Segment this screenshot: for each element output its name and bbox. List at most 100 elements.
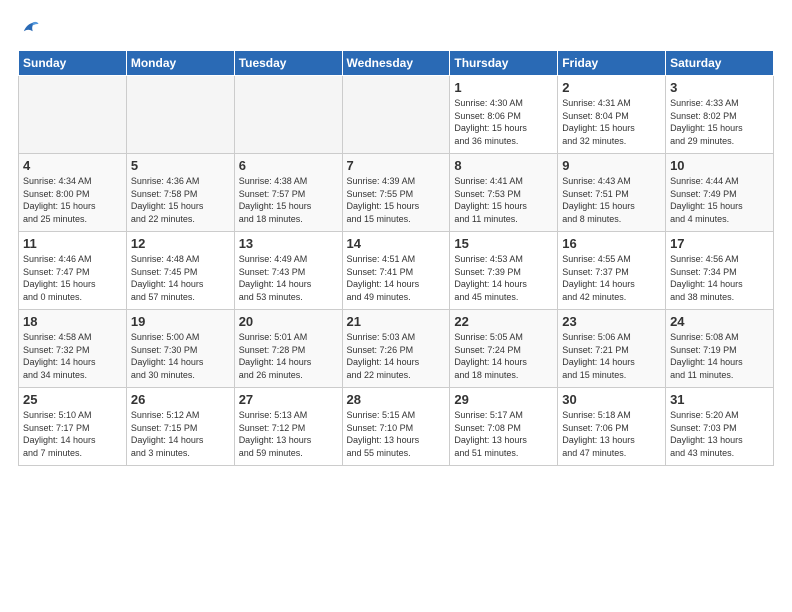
day-info: Sunrise: 5:15 AM Sunset: 7:10 PM Dayligh… [347, 409, 446, 459]
day-number: 26 [131, 392, 230, 407]
calendar-body: 1 Sunrise: 4:30 AM Sunset: 8:06 PM Daylig… [19, 76, 774, 466]
day-info: Sunrise: 4:58 AM Sunset: 7:32 PM Dayligh… [23, 331, 122, 381]
day-info: Sunrise: 4:46 AM Sunset: 7:47 PM Dayligh… [23, 253, 122, 303]
day-number: 10 [670, 158, 769, 173]
day-number: 24 [670, 314, 769, 329]
day-number: 30 [562, 392, 661, 407]
calendar-cell: 28 Sunrise: 5:15 AM Sunset: 7:10 PM Dayli… [342, 388, 450, 466]
day-info: Sunrise: 5:03 AM Sunset: 7:26 PM Dayligh… [347, 331, 446, 381]
calendar-cell: 30 Sunrise: 5:18 AM Sunset: 7:06 PM Dayli… [558, 388, 666, 466]
day-info: Sunrise: 5:12 AM Sunset: 7:15 PM Dayligh… [131, 409, 230, 459]
day-number: 28 [347, 392, 446, 407]
day-number: 2 [562, 80, 661, 95]
logo-bird-icon [18, 18, 40, 40]
day-info: Sunrise: 4:48 AM Sunset: 7:45 PM Dayligh… [131, 253, 230, 303]
calendar-cell: 18 Sunrise: 4:58 AM Sunset: 7:32 PM Dayli… [19, 310, 127, 388]
calendar-cell: 12 Sunrise: 4:48 AM Sunset: 7:45 PM Dayli… [126, 232, 234, 310]
day-info: Sunrise: 4:41 AM Sunset: 7:53 PM Dayligh… [454, 175, 553, 225]
day-number: 5 [131, 158, 230, 173]
calendar-cell: 8 Sunrise: 4:41 AM Sunset: 7:53 PM Daylig… [450, 154, 558, 232]
day-number: 19 [131, 314, 230, 329]
calendar-cell: 22 Sunrise: 5:05 AM Sunset: 7:24 PM Dayli… [450, 310, 558, 388]
calendar-page: SundayMondayTuesdayWednesdayThursdayFrid… [0, 0, 792, 476]
day-header-sunday: Sunday [19, 51, 127, 76]
calendar-cell: 15 Sunrise: 4:53 AM Sunset: 7:39 PM Dayli… [450, 232, 558, 310]
calendar-cell: 21 Sunrise: 5:03 AM Sunset: 7:26 PM Dayli… [342, 310, 450, 388]
calendar-cell: 1 Sunrise: 4:30 AM Sunset: 8:06 PM Daylig… [450, 76, 558, 154]
day-info: Sunrise: 4:31 AM Sunset: 8:04 PM Dayligh… [562, 97, 661, 147]
day-number: 15 [454, 236, 553, 251]
logo [18, 18, 44, 40]
calendar-cell: 6 Sunrise: 4:38 AM Sunset: 7:57 PM Daylig… [234, 154, 342, 232]
day-header-thursday: Thursday [450, 51, 558, 76]
day-number: 20 [239, 314, 338, 329]
day-info: Sunrise: 5:18 AM Sunset: 7:06 PM Dayligh… [562, 409, 661, 459]
calendar-cell [19, 76, 127, 154]
calendar-cell: 3 Sunrise: 4:33 AM Sunset: 8:02 PM Daylig… [666, 76, 774, 154]
calendar-cell: 11Sunrise: 4:46 AM Sunset: 7:47 PM Dayli… [19, 232, 127, 310]
day-number: 22 [454, 314, 553, 329]
day-info: Sunrise: 4:55 AM Sunset: 7:37 PM Dayligh… [562, 253, 661, 303]
calendar-table: SundayMondayTuesdayWednesdayThursdayFrid… [18, 50, 774, 466]
week-row-2: 4Sunrise: 4:34 AM Sunset: 8:00 PM Daylig… [19, 154, 774, 232]
day-number: 17 [670, 236, 769, 251]
week-row-3: 11Sunrise: 4:46 AM Sunset: 7:47 PM Dayli… [19, 232, 774, 310]
calendar-cell: 24 Sunrise: 5:08 AM Sunset: 7:19 PM Dayli… [666, 310, 774, 388]
day-number: 16 [562, 236, 661, 251]
calendar-cell: 27 Sunrise: 5:13 AM Sunset: 7:12 PM Dayli… [234, 388, 342, 466]
day-info: Sunrise: 4:39 AM Sunset: 7:55 PM Dayligh… [347, 175, 446, 225]
day-number: 18 [23, 314, 122, 329]
day-number: 9 [562, 158, 661, 173]
day-number: 31 [670, 392, 769, 407]
day-number: 21 [347, 314, 446, 329]
day-number: 27 [239, 392, 338, 407]
day-info: Sunrise: 5:10 AM Sunset: 7:17 PM Dayligh… [23, 409, 122, 459]
day-info: Sunrise: 4:38 AM Sunset: 7:57 PM Dayligh… [239, 175, 338, 225]
calendar-cell: 31 Sunrise: 5:20 AM Sunset: 7:03 PM Dayli… [666, 388, 774, 466]
day-number: 7 [347, 158, 446, 173]
week-row-4: 18 Sunrise: 4:58 AM Sunset: 7:32 PM Dayli… [19, 310, 774, 388]
day-number: 8 [454, 158, 553, 173]
calendar-cell: 20 Sunrise: 5:01 AM Sunset: 7:28 PM Dayli… [234, 310, 342, 388]
day-info: Sunrise: 4:30 AM Sunset: 8:06 PM Dayligh… [454, 97, 553, 147]
calendar-cell: 4Sunrise: 4:34 AM Sunset: 8:00 PM Daylig… [19, 154, 127, 232]
calendar-cell: 13Sunrise: 4:49 AM Sunset: 7:43 PM Dayli… [234, 232, 342, 310]
day-info: Sunrise: 5:06 AM Sunset: 7:21 PM Dayligh… [562, 331, 661, 381]
calendar-cell: 14 Sunrise: 4:51 AM Sunset: 7:41 PM Dayli… [342, 232, 450, 310]
day-number: 6 [239, 158, 338, 173]
calendar-cell [234, 76, 342, 154]
day-info: Sunrise: 4:56 AM Sunset: 7:34 PM Dayligh… [670, 253, 769, 303]
day-info: Sunrise: 5:17 AM Sunset: 7:08 PM Dayligh… [454, 409, 553, 459]
day-info: Sunrise: 4:36 AM Sunset: 7:58 PM Dayligh… [131, 175, 230, 225]
day-info: Sunrise: 4:34 AM Sunset: 8:00 PM Dayligh… [23, 175, 122, 225]
day-info: Sunrise: 5:20 AM Sunset: 7:03 PM Dayligh… [670, 409, 769, 459]
week-row-5: 25Sunrise: 5:10 AM Sunset: 7:17 PM Dayli… [19, 388, 774, 466]
day-number: 3 [670, 80, 769, 95]
calendar-cell [342, 76, 450, 154]
day-header-wednesday: Wednesday [342, 51, 450, 76]
day-info: Sunrise: 5:08 AM Sunset: 7:19 PM Dayligh… [670, 331, 769, 381]
calendar-cell: 26 Sunrise: 5:12 AM Sunset: 7:15 PM Dayli… [126, 388, 234, 466]
calendar-cell: 19Sunrise: 5:00 AM Sunset: 7:30 PM Dayli… [126, 310, 234, 388]
header-row: SundayMondayTuesdayWednesdayThursdayFrid… [19, 51, 774, 76]
day-info: Sunrise: 4:49 AM Sunset: 7:43 PM Dayligh… [239, 253, 338, 303]
day-info: Sunrise: 5:13 AM Sunset: 7:12 PM Dayligh… [239, 409, 338, 459]
day-number: 1 [454, 80, 553, 95]
day-info: Sunrise: 5:01 AM Sunset: 7:28 PM Dayligh… [239, 331, 338, 381]
day-header-monday: Monday [126, 51, 234, 76]
calendar-cell [126, 76, 234, 154]
calendar-cell: 29Sunrise: 5:17 AM Sunset: 7:08 PM Dayli… [450, 388, 558, 466]
day-info: Sunrise: 4:53 AM Sunset: 7:39 PM Dayligh… [454, 253, 553, 303]
day-number: 14 [347, 236, 446, 251]
day-number: 12 [131, 236, 230, 251]
day-info: Sunrise: 4:44 AM Sunset: 7:49 PM Dayligh… [670, 175, 769, 225]
day-info: Sunrise: 4:43 AM Sunset: 7:51 PM Dayligh… [562, 175, 661, 225]
calendar-cell: 7 Sunrise: 4:39 AM Sunset: 7:55 PM Daylig… [342, 154, 450, 232]
calendar-cell: 10 Sunrise: 4:44 AM Sunset: 7:49 PM Dayli… [666, 154, 774, 232]
calendar-cell: 2 Sunrise: 4:31 AM Sunset: 8:04 PM Daylig… [558, 76, 666, 154]
day-header-tuesday: Tuesday [234, 51, 342, 76]
day-info: Sunrise: 4:51 AM Sunset: 7:41 PM Dayligh… [347, 253, 446, 303]
header [18, 18, 774, 40]
day-info: Sunrise: 5:05 AM Sunset: 7:24 PM Dayligh… [454, 331, 553, 381]
day-info: Sunrise: 4:33 AM Sunset: 8:02 PM Dayligh… [670, 97, 769, 147]
